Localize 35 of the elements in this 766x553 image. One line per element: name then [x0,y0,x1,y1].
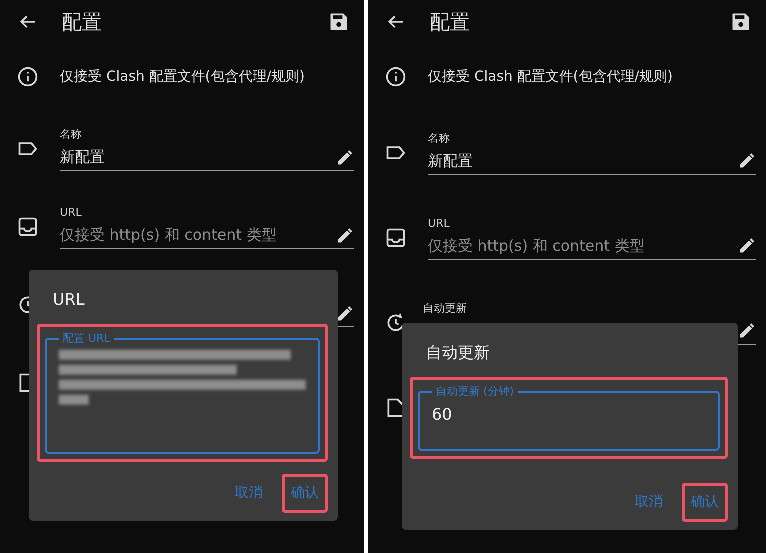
dialog-title: 自动更新 [426,342,491,364]
inbox-icon [385,226,407,248]
edit-icon[interactable] [738,322,756,340]
dialog-title: URL [53,289,86,311]
placeholder-text[interactable]: 仅接受 http(s) 和 content 类型 [60,224,336,247]
info-icon [17,66,39,88]
clock-refresh-icon [17,294,29,316]
notice-text: 仅接受 Clash 配置文件(包含代理/规则) [428,68,673,86]
edit-icon[interactable] [738,152,756,170]
edit-icon[interactable] [336,226,354,244]
notice-text: 仅接受 Clash 配置文件(包含代理/规则) [60,68,305,86]
field-label: URL [428,216,451,232]
field-value[interactable]: 新配置 [428,150,738,172]
floating-label: 自动更新 (分钟) [435,385,516,399]
edit-icon[interactable] [336,148,354,166]
floating-label: 配置 URL [62,332,112,346]
placeholder-text[interactable]: 仅接受 http(s) 和 content 类型 [428,234,738,258]
save-icon[interactable] [328,11,350,33]
page-title: 配置 [430,9,471,36]
edit-icon[interactable] [738,237,756,255]
field-label: 自动更新 [423,300,468,316]
file-icon [17,372,29,394]
clock-refresh-icon [385,312,402,334]
file-icon [385,396,402,418]
page-title: 配置 [62,9,103,36]
input-field[interactable]: 自动更新 (分钟) 60 [418,385,720,451]
edit-icon[interactable] [336,304,354,322]
field-label: URL [60,205,83,221]
field-label: 名称 [428,130,451,146]
inbox-icon [17,216,39,238]
info-icon [385,66,407,88]
field-value: 60 [432,404,454,426]
field-value[interactable]: 新配置 [60,146,336,169]
save-icon[interactable] [730,11,752,33]
field-label: 名称 [60,127,83,143]
